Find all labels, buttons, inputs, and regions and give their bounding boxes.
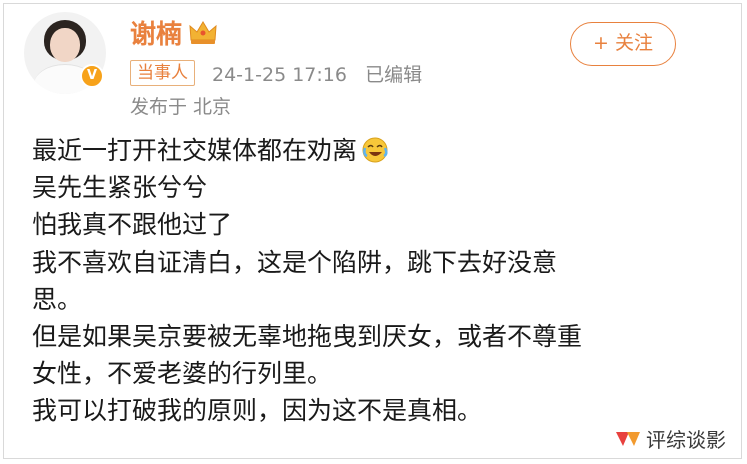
status-badge: 当事人 — [130, 60, 195, 86]
post-line: 我不喜欢自证清白，这是个陷阱，跳下去好没意 — [32, 247, 558, 277]
post-line: 我可以打破我的原则，因为这不是真相。 — [32, 396, 483, 426]
post-line: 最近一打开社交媒体都在劝离 — [32, 132, 732, 169]
laughing-crying-emoji-icon — [362, 137, 388, 163]
post-line: 吴先生紧张兮兮 — [32, 173, 208, 203]
author-name[interactable]: 谢楠 — [130, 14, 182, 51]
crown-icon — [189, 21, 217, 44]
post-timestamp: 24-1-25 17:16 已编辑 — [212, 64, 423, 86]
post-line: 思。 — [32, 284, 83, 314]
post-line: 但是如果吴京要被无辜地拖曳到厌女，或者不尊重 — [32, 322, 583, 352]
post-line: 女性，不爱老婆的行列里。 — [32, 359, 333, 389]
follow-button[interactable]: + 关注 — [570, 22, 676, 66]
post-location: 发布于 北京 — [130, 96, 232, 118]
verified-v-icon: V — [80, 64, 104, 88]
watermark: 评综谈影 — [646, 428, 726, 452]
post-line: 怕我真不跟他过了 — [32, 210, 233, 240]
post-content: 最近一打开社交媒体都在劝离 吴先生紧张兮兮 怕我真不跟他过了 我不喜欢自证清白，… — [32, 132, 732, 430]
watermark-logo-icon — [616, 432, 640, 446]
